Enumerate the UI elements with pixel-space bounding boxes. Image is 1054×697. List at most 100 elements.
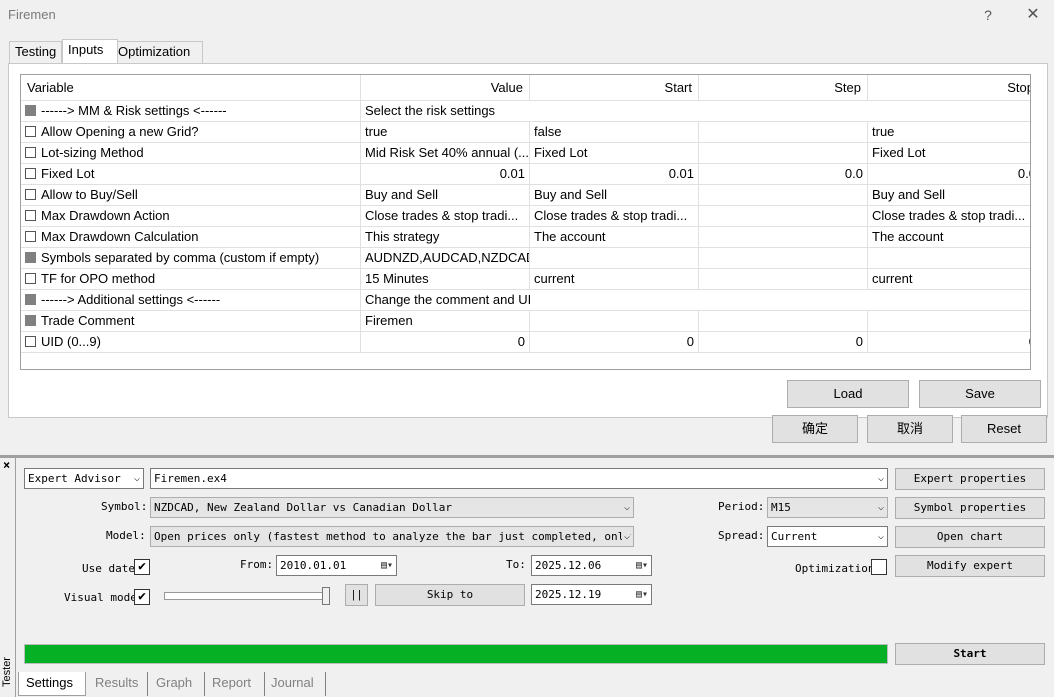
tab-testing[interactable]: Testing — [9, 41, 62, 63]
cell-step[interactable] — [699, 227, 868, 248]
cell-stop[interactable]: Fixed Lot — [868, 143, 1030, 164]
load-button[interactable]: Load — [787, 380, 909, 408]
tab-results[interactable]: Results — [88, 672, 148, 696]
expert-properties-button[interactable]: Expert properties — [895, 468, 1045, 490]
cell-value[interactable]: 0.01 — [361, 164, 530, 185]
ok-button[interactable]: 确定 — [772, 415, 858, 443]
use-date-checkbox[interactable]: ✔ — [134, 559, 150, 575]
cell-stop[interactable] — [868, 311, 1030, 332]
panel-close-icon[interactable]: × — [3, 458, 10, 472]
table-row[interactable]: Max Drawdown Calculation This strategy The… — [21, 227, 1030, 248]
table-row[interactable]: TF for OPO method 15 Minutes current curren… — [21, 269, 1030, 290]
cell-value[interactable]: Select the risk settings — [361, 101, 530, 122]
table-row[interactable]: Lot-sizing Method Mid Risk Set 40% annual… — [21, 143, 1030, 164]
cell-start[interactable]: Fixed Lot — [530, 143, 699, 164]
tab-graph[interactable]: Graph — [149, 672, 205, 696]
tab-inputs[interactable]: Inputs — [62, 39, 118, 63]
table-row[interactable]: Max Drawdown Action Close trades & stop t… — [21, 206, 1030, 227]
reset-button[interactable]: Reset — [961, 415, 1047, 443]
cell-step[interactable] — [699, 290, 868, 311]
from-date-picker[interactable]: 2010.01.01 ▤▾ — [276, 555, 397, 576]
optimize-checkbox[interactable] — [25, 231, 36, 242]
cell-start[interactable] — [530, 290, 699, 311]
table-row[interactable]: Symbols separated by comma (custom if em… — [21, 248, 1030, 269]
skip-to-button[interactable]: Skip to — [375, 584, 525, 606]
cell-start[interactable] — [530, 248, 699, 269]
cancel-button[interactable]: 取消 — [867, 415, 953, 443]
speed-slider[interactable] — [164, 587, 330, 605]
cell-step[interactable] — [699, 311, 868, 332]
table-row[interactable]: ------> Additional settings <------ Chang… — [21, 290, 1030, 311]
cell-stop[interactable]: The account — [868, 227, 1030, 248]
optimize-checkbox[interactable] — [25, 147, 36, 158]
ea-type-select[interactable]: Expert Advisor ⌵ — [24, 468, 144, 489]
symbol-select[interactable]: NZDCAD, New Zealand Dollar vs Canadian D… — [150, 497, 634, 518]
optimize-checkbox[interactable] — [25, 315, 36, 326]
cell-step[interactable] — [699, 185, 868, 206]
speed-slider-thumb[interactable] — [322, 587, 330, 605]
close-button[interactable]: ✕ — [1018, 4, 1048, 26]
table-row[interactable]: ------> MM & Risk settings <------ Select… — [21, 101, 1030, 122]
cell-stop[interactable]: true — [868, 122, 1030, 143]
cell-stop[interactable] — [868, 101, 1030, 122]
tab-report[interactable]: Report — [205, 672, 265, 696]
save-button[interactable]: Save — [919, 380, 1041, 408]
table-row[interactable]: Fixed Lot0.010.010.00.0 — [21, 164, 1030, 185]
optimize-checkbox[interactable] — [25, 210, 36, 221]
cell-stop[interactable]: Buy and Sell — [868, 185, 1030, 206]
optimize-checkbox[interactable] — [25, 105, 36, 116]
cell-stop[interactable] — [868, 290, 1030, 311]
table-row[interactable]: Trade Comment Firemen — [21, 311, 1030, 332]
cell-start[interactable]: Buy and Sell — [530, 185, 699, 206]
cell-value[interactable]: Change the comment and UID if needed — [361, 290, 530, 311]
cell-step[interactable] — [699, 143, 868, 164]
cell-step[interactable] — [699, 101, 868, 122]
cell-start[interactable] — [530, 311, 699, 332]
help-button[interactable]: ? — [973, 4, 1003, 26]
cell-value[interactable]: Close trades & stop tradi... — [361, 206, 530, 227]
cell-value[interactable]: 0 — [361, 332, 530, 353]
ea-file-select[interactable]: Firemen.ex4 ⌵ — [150, 468, 888, 489]
optimize-checkbox[interactable] — [25, 168, 36, 179]
optimize-checkbox[interactable] — [25, 252, 36, 263]
cell-stop[interactable]: Close trades & stop tradi... — [868, 206, 1030, 227]
cell-stop[interactable]: current — [868, 269, 1030, 290]
cell-step[interactable] — [699, 206, 868, 227]
spread-select[interactable]: Current ⌵ — [767, 526, 888, 547]
cell-value[interactable]: 15 Minutes — [361, 269, 530, 290]
cell-start[interactable] — [530, 101, 699, 122]
cell-value[interactable]: Buy and Sell — [361, 185, 530, 206]
skip-date-picker[interactable]: 2025.12.19 ▤▾ — [531, 584, 652, 605]
cell-step[interactable] — [699, 122, 868, 143]
cell-stop[interactable]: 0 — [868, 332, 1030, 353]
open-chart-button[interactable]: Open chart — [895, 526, 1045, 548]
optimization-checkbox[interactable] — [871, 559, 887, 575]
optimize-checkbox[interactable] — [25, 294, 36, 305]
cell-value[interactable]: Mid Risk Set 40% annual (... — [361, 143, 530, 164]
cell-start[interactable]: 0 — [530, 332, 699, 353]
tab-optimization[interactable]: Optimization — [112, 41, 203, 63]
optimize-checkbox[interactable] — [25, 126, 36, 137]
column-header-start[interactable]: Start — [530, 75, 699, 101]
table-row[interactable]: Allow Opening a new Grid? true false true — [21, 122, 1030, 143]
cell-start[interactable]: false — [530, 122, 699, 143]
cell-step[interactable] — [699, 248, 868, 269]
column-header-stop[interactable]: Stop — [868, 75, 1030, 101]
cell-value[interactable]: This strategy — [361, 227, 530, 248]
cell-step[interactable]: 0.0 — [699, 164, 868, 185]
cell-value[interactable]: Firemen — [361, 311, 530, 332]
model-select[interactable]: Open prices only (fastest method to anal… — [150, 526, 634, 547]
table-row[interactable]: UID (0...9)0000 — [21, 332, 1030, 353]
column-header-value[interactable]: Value — [361, 75, 530, 101]
optimize-checkbox[interactable] — [25, 189, 36, 200]
cell-start[interactable]: The account — [530, 227, 699, 248]
to-date-picker[interactable]: 2025.12.06 ▤▾ — [531, 555, 652, 576]
tab-settings[interactable]: Settings — [18, 672, 86, 696]
visual-mode-checkbox[interactable]: ✔ — [134, 589, 150, 605]
cell-step[interactable]: 0 — [699, 332, 868, 353]
cell-start[interactable]: 0.01 — [530, 164, 699, 185]
cell-start[interactable]: Close trades & stop tradi... — [530, 206, 699, 227]
cell-stop[interactable] — [868, 248, 1030, 269]
period-select[interactable]: M15 ⌵ — [767, 497, 888, 518]
pause-button[interactable]: | | — [345, 584, 368, 606]
